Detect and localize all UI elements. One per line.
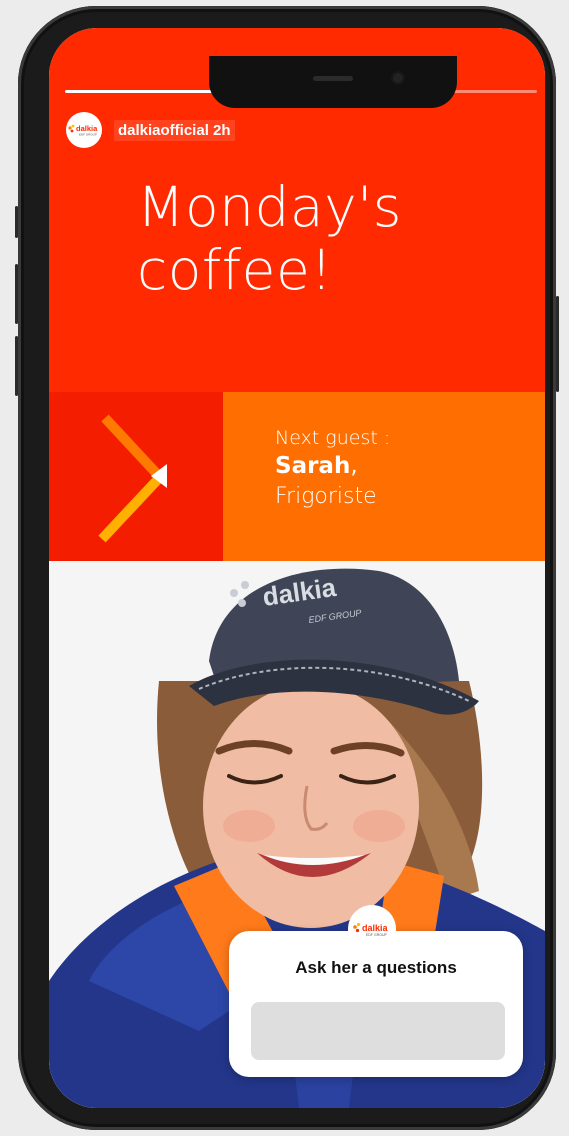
avatar[interactable]: dalkia EDF GROUP	[66, 112, 102, 148]
guest-info: Next guest : Sarah, Frigoriste	[275, 426, 390, 512]
question-input[interactable]	[251, 1002, 505, 1060]
title-line-1: Monday's	[137, 175, 402, 239]
speaker	[313, 76, 353, 81]
svg-text:dalkia: dalkia	[362, 923, 389, 933]
dalkia-logo-icon: dalkia EDF GROUP	[68, 124, 98, 137]
story-title: Monday's coffee!	[137, 176, 517, 302]
account-handle[interactable]: dalkiaofficial 2h	[114, 119, 235, 141]
question-title: Ask her a questions	[295, 958, 457, 977]
silent-switch	[15, 206, 18, 238]
chevron-arrow-icon	[98, 414, 167, 543]
next-guest-label: Next guest :	[275, 427, 391, 449]
chevron-panel	[49, 392, 223, 561]
volume-down-button	[15, 336, 18, 396]
dalkia-logo-icon: dalkia EDF GROUP	[353, 922, 389, 937]
guest-role: Frigoriste	[275, 484, 377, 509]
story-screen[interactable]: dalkia EDF GROUP dalkiaofficial 2h Monda…	[49, 28, 545, 1108]
svg-text:EDF GROUP: EDF GROUP	[79, 133, 97, 137]
front-camera	[393, 73, 403, 83]
question-sticker[interactable]: dalkia EDF GROUP Ask her a questions	[229, 905, 523, 1077]
notch	[209, 56, 457, 108]
title-line-2: coffee!	[137, 238, 333, 302]
story-header[interactable]: dalkia EDF GROUP dalkiaofficial 2h	[66, 112, 235, 148]
sticker-avatar: dalkia EDF GROUP	[348, 905, 396, 953]
guest-name: Sarah	[275, 453, 351, 479]
progress-segment	[65, 90, 219, 93]
guest-comma: ,	[350, 453, 358, 479]
guest-name-line: Sarah,	[275, 450, 390, 482]
svg-text:EDF GROUP: EDF GROUP	[366, 933, 387, 937]
power-button	[556, 296, 559, 392]
volume-up-button	[15, 264, 18, 324]
guest-panel: Next guest : Sarah, Frigoriste	[223, 392, 545, 561]
